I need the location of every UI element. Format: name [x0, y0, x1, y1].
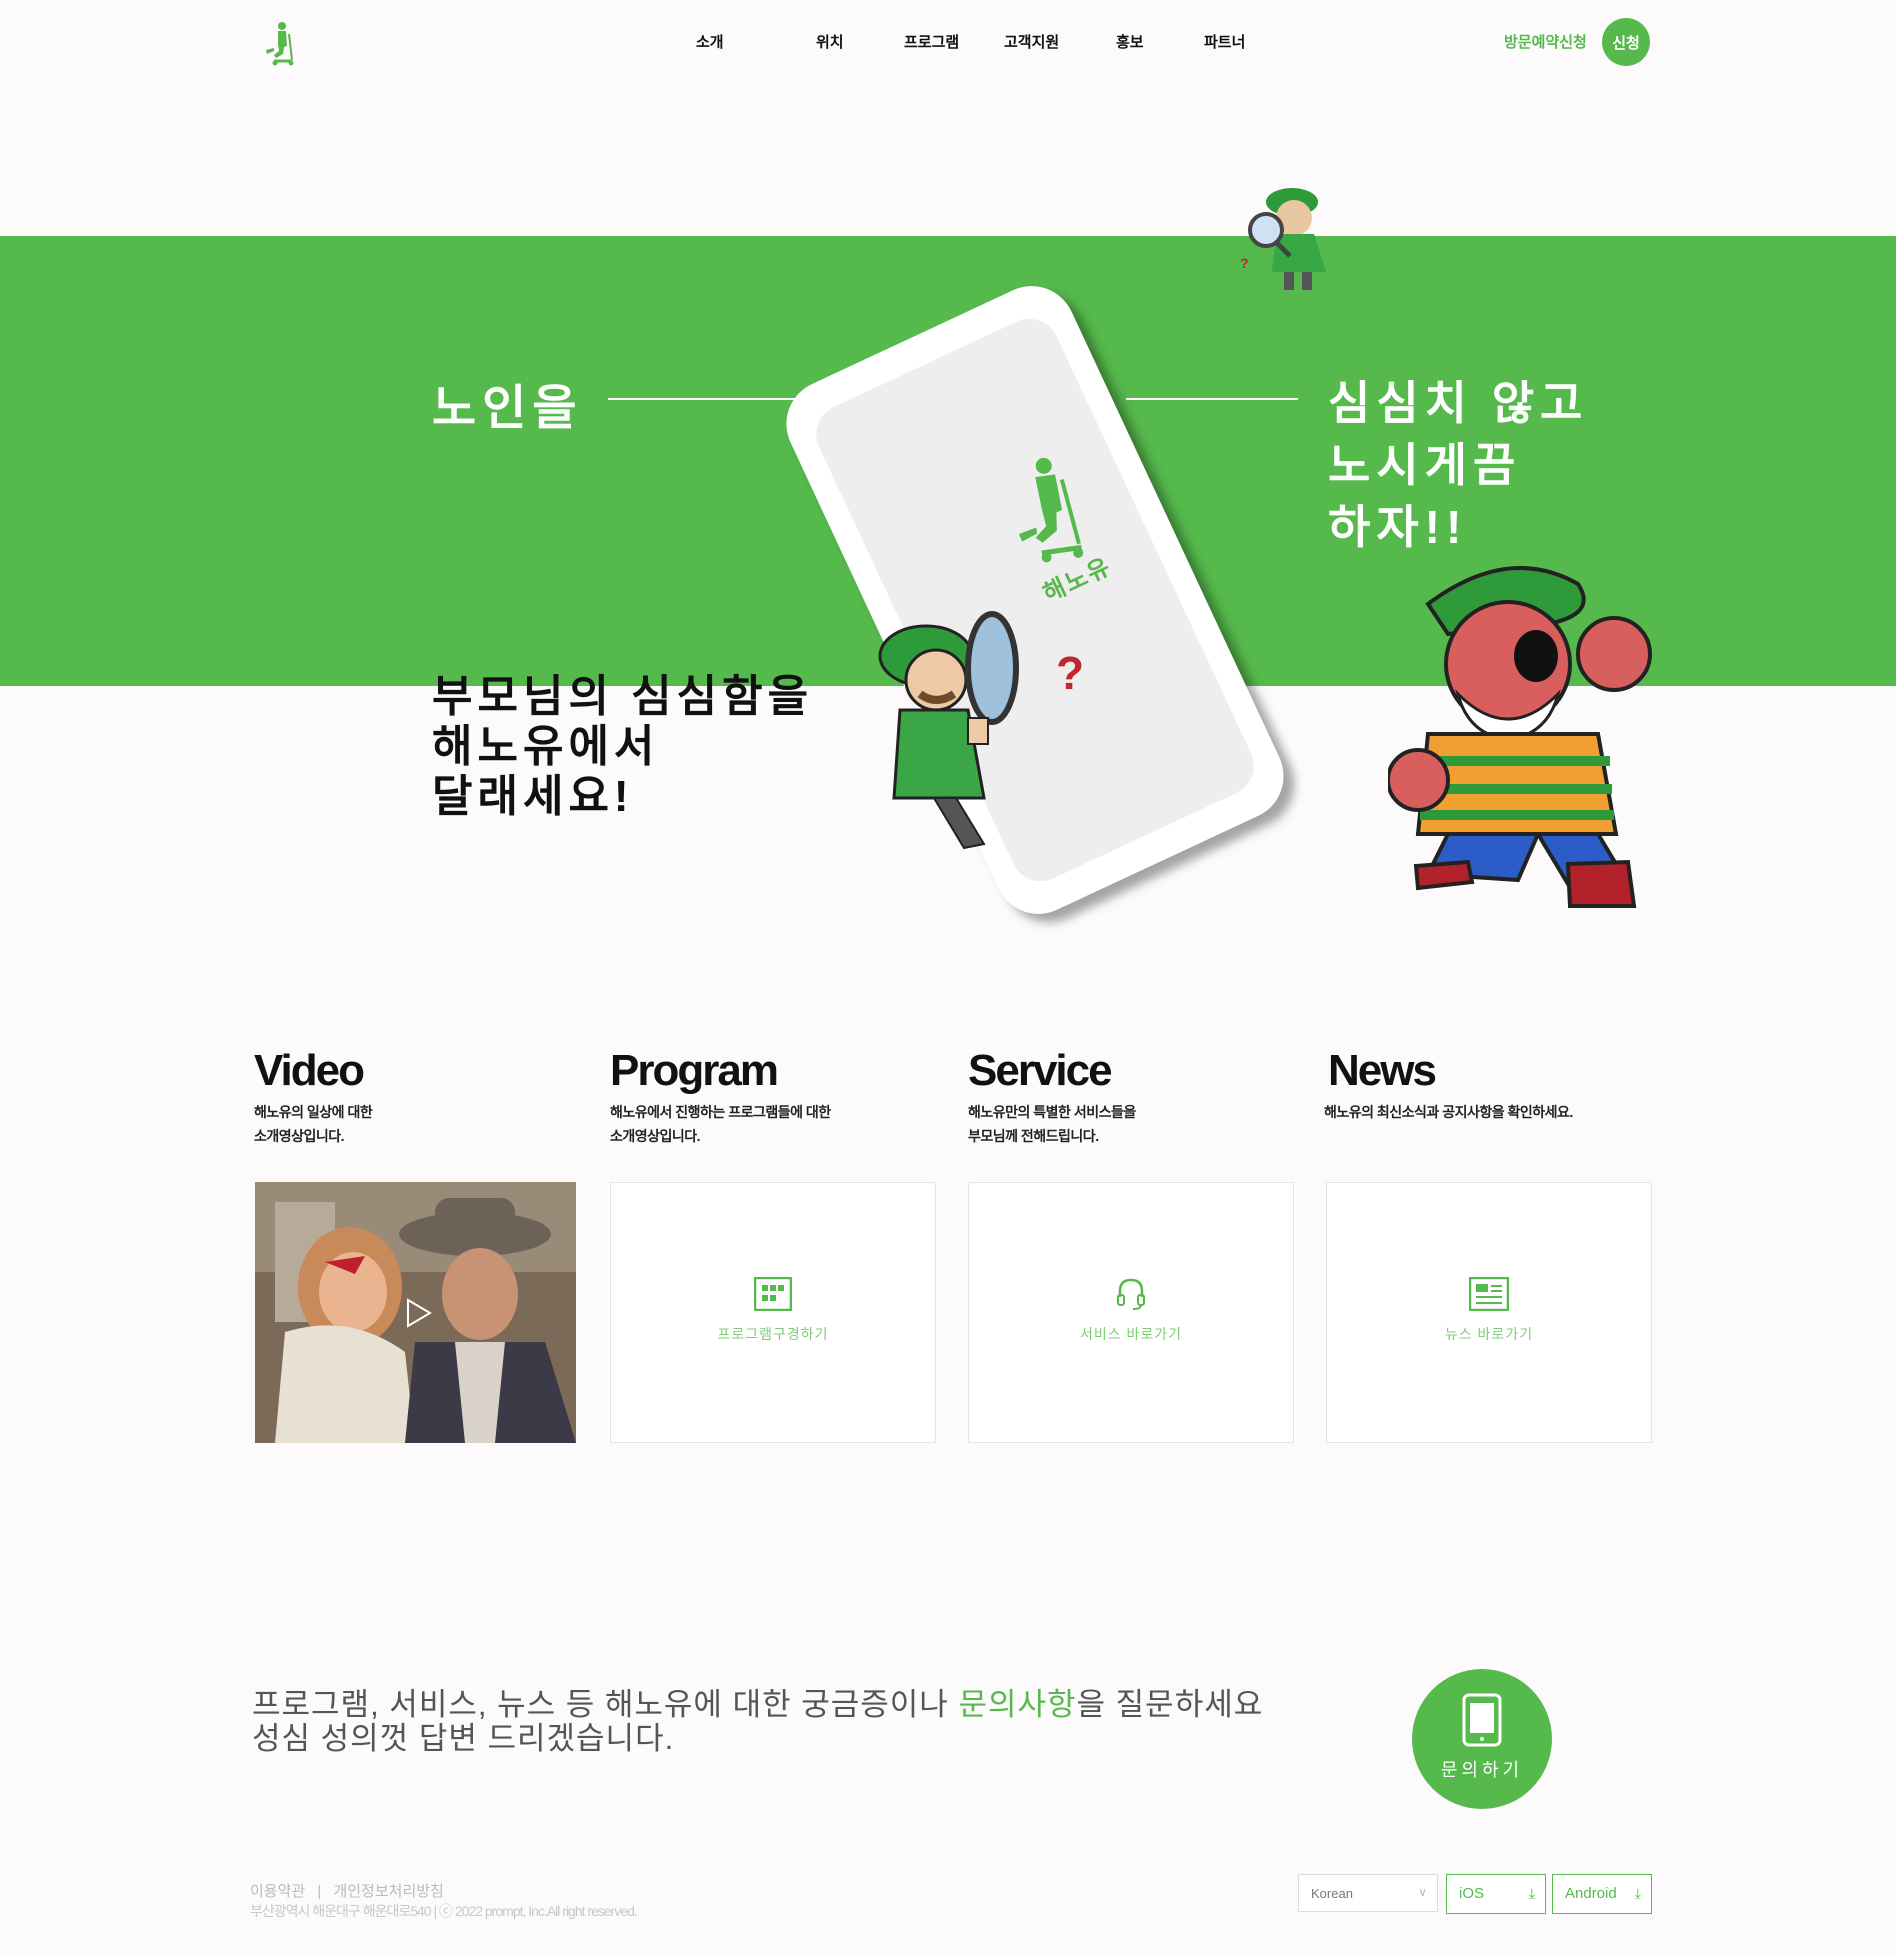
service-card-link[interactable]: 서비스 바로가기	[969, 1324, 1293, 1344]
pirate-mascot-character-icon	[1388, 566, 1652, 908]
nav-item-program[interactable]: 프로그램	[904, 31, 959, 52]
news-section-title: News	[1328, 1046, 1437, 1095]
inquiry-button-label: 문의하기	[1440, 1760, 1524, 1780]
hero-right-line	[1126, 398, 1298, 400]
video-section-desc: 해노유의 일상에 대한 소개영상입니다.	[254, 1104, 373, 1144]
inquiry-message: 프로그램, 서비스, 뉴스 등 해노유에 대한 궁금증이나 문의사항을 질문하세…	[252, 1688, 1263, 1756]
service-section-title: Service	[968, 1046, 1113, 1095]
news-card-link[interactable]: 뉴스 바로가기	[1327, 1324, 1651, 1344]
ios-download-label: iOS	[1459, 1885, 1485, 1902]
play-icon[interactable]	[405, 1298, 433, 1328]
nav-item-support[interactable]: 고객지원	[1004, 31, 1059, 52]
nav-item-partner[interactable]: 파트너	[1204, 31, 1245, 52]
program-section-desc: 해노유에서 진행하는 프로그램들에 대한 소개영상입니다.	[610, 1104, 831, 1144]
nav-item-promotion[interactable]: 홍보	[1116, 31, 1144, 52]
visit-reservation-link[interactable]: 방문예약신청	[1504, 31, 1587, 52]
inquiry-button[interactable]: 문의하기	[1412, 1669, 1552, 1809]
small-detective-character-icon: ?	[1240, 188, 1326, 290]
service-section-desc: 해노유만의 특별한 서비스들을 부모님께 전해드립니다.	[968, 1104, 1136, 1144]
logo-scooter-man-icon[interactable]	[262, 20, 296, 66]
footer-links: 이용약관 | 개인정보처리방침	[250, 1880, 444, 1901]
android-download-label: Android	[1565, 1885, 1617, 1902]
video-section-title: Video	[254, 1046, 365, 1095]
service-card[interactable]: 서비스 바로가기	[968, 1182, 1294, 1443]
android-download-button[interactable]: Android ⤓	[1552, 1874, 1652, 1914]
chevron-down-icon: ∨	[1418, 1885, 1427, 1899]
ios-download-button[interactable]: iOS ⤓	[1446, 1874, 1546, 1914]
site-header: 소개 위치 프로그램 고객지원 홍보 파트너 방문예약신청 신청	[0, 0, 1896, 90]
inquiry-line-2: 성심 성의껏 답변 드리겠습니다.	[252, 1721, 675, 1756]
program-card[interactable]: 프로그램구경하기	[610, 1182, 936, 1443]
download-icon: ⤓	[1634, 1885, 1641, 1901]
news-section-desc: 해노유의 최신소식과 공지사항을 확인하세요.	[1324, 1104, 1573, 1120]
svg-text:?: ?	[1240, 255, 1249, 271]
language-select[interactable]: Korean ∨	[1298, 1874, 1438, 1912]
terms-link[interactable]: 이용약관	[250, 1883, 305, 1900]
hero-right-title: 심심치 않고 노시게끔 하자!!	[1328, 377, 1589, 553]
nav-item-location[interactable]: 위치	[816, 31, 844, 52]
footer-address: 부산광역시 해운대구 해운대로540 | ⓒ 2022 prompt, Inc.…	[250, 1903, 638, 1919]
download-icon: ⤓	[1528, 1885, 1535, 1901]
program-card-link[interactable]: 프로그램구경하기	[611, 1324, 935, 1344]
newspaper-icon	[1468, 1276, 1510, 1312]
language-select-value: Korean	[1311, 1886, 1353, 1901]
program-section-title: Program	[610, 1046, 779, 1095]
question-mark-decoration: ?	[1056, 647, 1085, 699]
nav-item-intro[interactable]: 소개	[696, 31, 724, 52]
headset-icon	[1117, 1278, 1145, 1310]
news-card[interactable]: 뉴스 바로가기	[1326, 1182, 1652, 1443]
hero-left-title: 노인을	[432, 382, 583, 435]
video-thumbnail[interactable]	[255, 1182, 576, 1443]
detective-with-magnifier-character-icon	[878, 611, 1019, 850]
grid-icon	[753, 1276, 793, 1312]
hero-subtitle: 부모님의 심심함을 해노유에서 달래세요!	[432, 672, 814, 821]
footer-separator: |	[317, 1883, 322, 1900]
reservation-apply-button[interactable]: 신청	[1602, 18, 1650, 66]
mobile-phone-icon	[1462, 1693, 1502, 1747]
privacy-policy-link[interactable]: 개인정보처리방침	[333, 1883, 443, 1900]
inquiry-line-1: 프로그램, 서비스, 뉴스 등 해노유에 대한 궁금증이나 문의사항을 질문하세…	[252, 1687, 1264, 1722]
